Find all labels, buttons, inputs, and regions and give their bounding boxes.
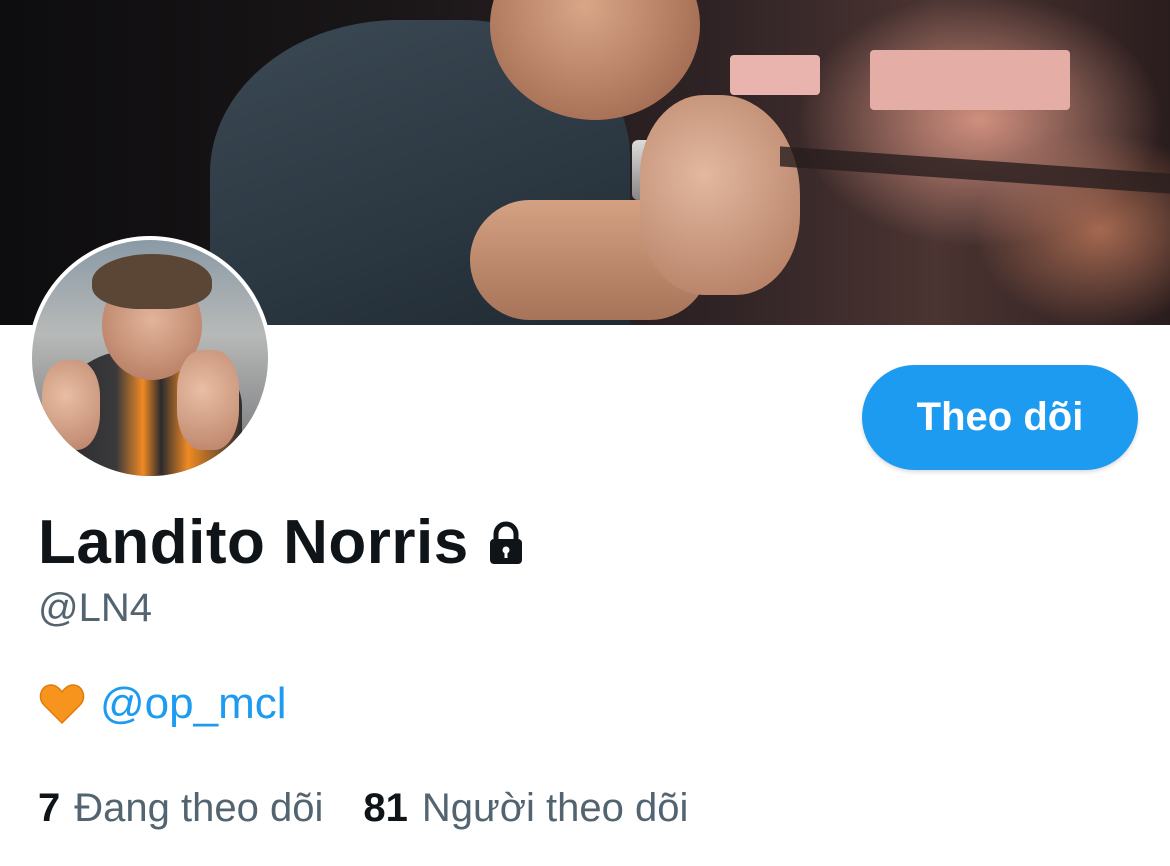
following-label: Đang theo dõi <box>74 786 324 830</box>
followers-count: 81 <box>363 786 408 830</box>
follow-button[interactable]: Theo dõi <box>862 365 1138 470</box>
banner-hand <box>640 95 800 295</box>
banner-background-object <box>870 50 1070 110</box>
avatar-thumb-right <box>177 350 239 450</box>
avatar-thumb-left <box>42 360 100 450</box>
profile-handle: @LN4 <box>38 586 152 630</box>
banner-rail <box>780 146 1170 194</box>
followers-stat[interactable]: 81 Người theo dõi <box>363 788 688 828</box>
profile-avatar[interactable] <box>28 236 272 480</box>
orange-heart-icon <box>38 680 86 728</box>
profile-name-row: Landito Norris <box>38 512 529 574</box>
following-count: 7 <box>38 786 61 830</box>
followers-label: Người theo dõi <box>421 786 689 830</box>
avatar-hair <box>92 254 212 309</box>
avatar-photo <box>32 240 268 476</box>
profile-bio: @op_mcl <box>38 680 287 728</box>
profile-stats: 7 Đang theo dõi 81 Người theo dõi <box>38 788 728 828</box>
bio-mention-link[interactable]: @op_mcl <box>100 682 287 726</box>
banner-background-object <box>730 55 820 95</box>
lock-icon <box>483 520 529 566</box>
following-stat[interactable]: 7 Đang theo dõi <box>38 788 323 828</box>
display-name: Landito Norris <box>38 508 469 577</box>
